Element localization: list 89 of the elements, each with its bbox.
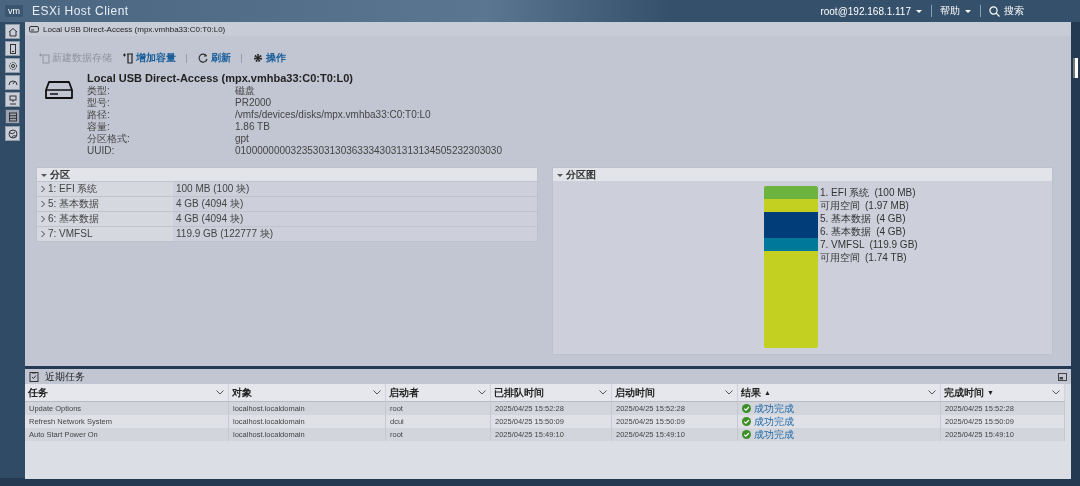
property-value: 010000000032353031303633343031313134505232303030 (235, 145, 502, 157)
table-cell-text: 119.9 GB (122777 块) (175, 227, 275, 241)
minimize-icon[interactable] (1058, 372, 1067, 381)
property-label: UUID: (87, 145, 116, 157)
database-icon (6, 110, 19, 123)
table-cell-text: 4 GB (4094 块) (175, 212, 245, 226)
segment-size: (1.74 TB) (865, 252, 907, 263)
toolbar-button[interactable]: 增加容量 (122, 51, 176, 65)
sidebar-item[interactable] (5, 24, 20, 39)
property-label: 路径: (87, 109, 111, 121)
result-link[interactable]: 成功完成 (754, 402, 794, 415)
segment-size: (4 GB) (876, 213, 906, 224)
search-button[interactable]: 搜索 (989, 4, 1024, 18)
sidebar-item[interactable] (5, 92, 20, 107)
panel-title: 近期任务 (45, 369, 85, 384)
drive-icon (29, 25, 39, 33)
success-check-icon (742, 430, 751, 439)
home-icon (6, 25, 19, 38)
gear-icon (252, 52, 264, 64)
tree-row-label[interactable]: 1: EFI 系统 (37, 182, 173, 196)
toolbar-button[interactable]: 操作 (252, 51, 286, 65)
property-value: /vmfs/devices/disks/mpx.vmhba33:C0:T0:L0 (235, 109, 432, 121)
globe-icon (6, 127, 19, 140)
chevron-down-icon (928, 390, 936, 395)
table-cell-text: 100 MB (100 块) (175, 182, 251, 196)
search-icon (989, 5, 1000, 17)
hard-drive-icon (45, 80, 73, 100)
property-value: 磁盘 (235, 85, 256, 97)
tree-row-label[interactable]: 6: 基本数据 (37, 212, 173, 226)
sidebar-item[interactable] (5, 109, 20, 124)
collapse-icon (556, 171, 564, 178)
segment-name: 可用空间 (820, 252, 860, 263)
segment-name: 6. 基本数据 (820, 226, 872, 237)
property-label: 分区格式: (87, 133, 131, 145)
plus-bar-icon (122, 52, 134, 64)
app-title: ESXi Host Client (32, 4, 129, 18)
column-header[interactable]: 启动时间 (612, 384, 738, 402)
column-header[interactable]: 对象 (229, 384, 386, 402)
monitor-icon (6, 93, 19, 106)
property-value: PR2000 (235, 97, 273, 109)
column-header[interactable]: 已排队时间 (491, 384, 612, 402)
chevron-down-icon (599, 390, 607, 395)
user-menu[interactable]: root@192.168.1.117 (820, 5, 923, 17)
clipboard-icon (29, 371, 39, 382)
section-header[interactable]: 分区图 (553, 168, 1052, 181)
caret-icon (915, 8, 923, 14)
segment-size: (119.9 GB) (869, 239, 918, 250)
property-label: 类型: (87, 85, 111, 97)
sidebar-item[interactable] (5, 126, 20, 141)
table-cell-text: 4 GB (4094 块) (175, 197, 245, 211)
sidebar-item[interactable] (5, 58, 20, 73)
chevron-down-icon (478, 390, 486, 395)
vmware-logo[interactable]: vm (5, 5, 23, 17)
chevron-down-icon (725, 390, 733, 395)
new-datastore-icon (38, 52, 50, 64)
column-header[interactable]: 启动者 (386, 384, 491, 402)
chevron-down-icon (373, 390, 381, 395)
segment-name: 5. 基本数据 (820, 213, 872, 224)
segment-size: (1.97 MB) (865, 200, 909, 211)
property-value: 1.86 TB (235, 121, 271, 133)
sidebar-item[interactable] (5, 75, 20, 90)
column-header[interactable]: 任务 (25, 384, 229, 402)
tree-row-label[interactable]: 5: 基本数据 (37, 197, 173, 211)
chevron-down-icon (216, 390, 224, 395)
property-label: 型号: (87, 97, 111, 109)
section-header[interactable]: 分区 (37, 168, 537, 181)
property-value: gpt (235, 133, 250, 145)
disk-name: Local USB Direct-Access (mpx.vmhba33:C0:T0:L0) (87, 72, 354, 84)
tree-row-label[interactable]: 7: VMFSL (37, 227, 173, 241)
property-label: 容量: (87, 121, 111, 133)
result-link[interactable]: 成功完成 (754, 415, 794, 428)
toolbar-button[interactable]: 刷新 (197, 51, 231, 65)
breadcrumb-title: Local USB Direct-Access (mpx.vmhba33:C0:T0:L0) (43, 24, 226, 34)
segment-name: 可用空间 (820, 200, 860, 211)
segment-name: 7. VMFSL (820, 239, 865, 250)
success-check-icon (742, 404, 751, 413)
segment-size: (4 GB) (876, 226, 906, 237)
result-link[interactable]: 成功完成 (754, 428, 794, 441)
segment-name: 1. EFI 系统 (820, 187, 870, 198)
scrollbar[interactable] (1073, 58, 1078, 78)
refresh-icon (197, 52, 209, 64)
caret-icon (964, 8, 972, 14)
success-check-icon (742, 417, 751, 426)
segment-size: (100 MB) (874, 187, 916, 198)
chevron-down-icon (1052, 390, 1060, 395)
gear-icon (6, 59, 19, 72)
help-menu[interactable]: 帮助 (940, 4, 972, 18)
sidebar-item[interactable] (5, 41, 20, 56)
collapse-icon (40, 171, 48, 178)
